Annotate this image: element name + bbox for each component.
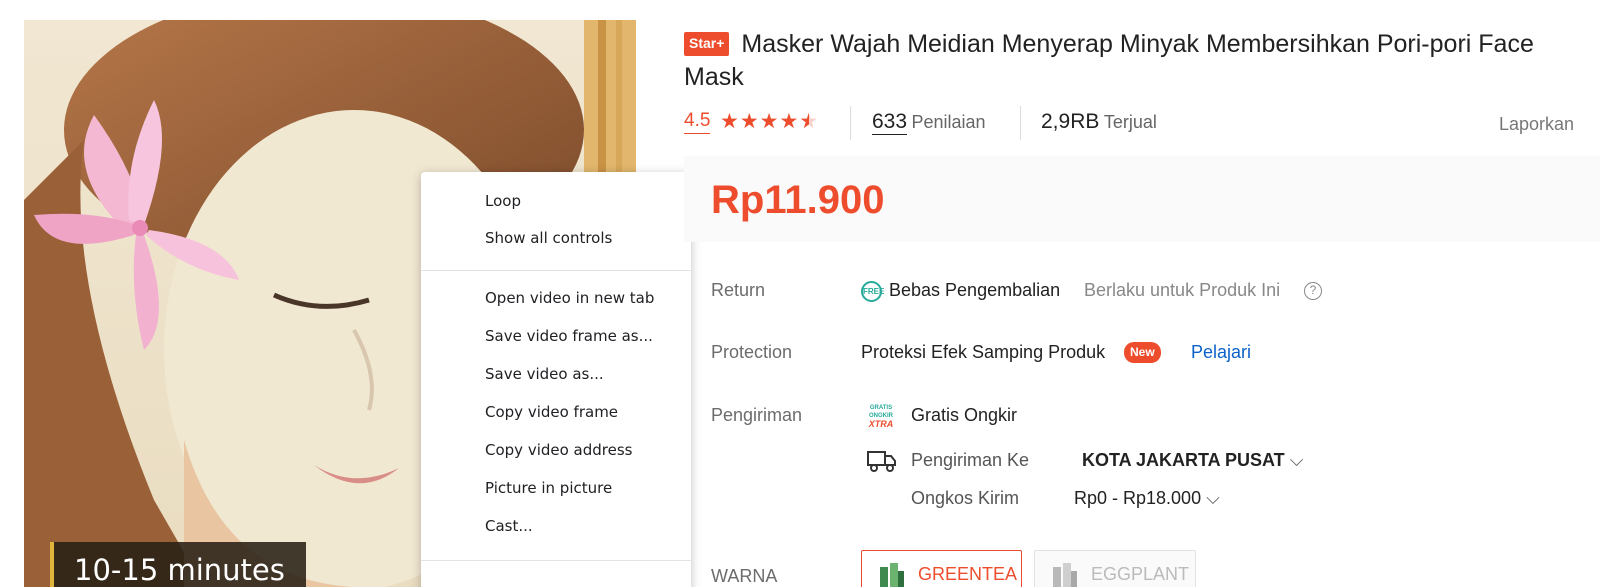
free-shipping-icon-line: XTRA xyxy=(868,419,894,429)
menu-item-cast[interactable]: Cast... xyxy=(485,517,533,535)
video-caption: 10-15 minutes xyxy=(50,542,306,587)
menu-item-open-video-new-tab[interactable]: Open video in new tab xyxy=(485,289,654,307)
truck-icon xyxy=(867,449,897,478)
reviews-label: Penilaian xyxy=(911,112,986,132)
product-price: Rp11.900 xyxy=(711,178,885,222)
variant-option-greentea[interactable]: GREENTEA xyxy=(861,550,1022,587)
menu-separator xyxy=(421,560,691,561)
protection-value: Proteksi Efek Samping Produk xyxy=(861,342,1106,362)
free-shipping-xtra-icon: GRATIS ONGKIR XTRA xyxy=(867,404,895,430)
free-return-icon: FREE xyxy=(861,281,884,302)
star-plus-badge: Star+ xyxy=(684,32,730,56)
menu-item-copy-video-address[interactable]: Copy video address xyxy=(485,441,633,459)
product-page: 10-15 minutes Loop Show all controls Ope… xyxy=(0,0,1600,587)
divider xyxy=(850,106,851,140)
product-title: Star+ Masker Wajah Meidian Menyerap Minya… xyxy=(684,28,1584,94)
menu-item-picture-in-picture[interactable]: Picture in picture xyxy=(485,479,612,497)
reviews-count: 633 xyxy=(872,110,908,135)
learn-more-link[interactable]: Pelajari xyxy=(1191,342,1251,363)
sold-label: Terjual xyxy=(1103,112,1157,132)
price-section: Rp11.900 xyxy=(684,156,1600,242)
variant-label-eggplant: EGGPLANT xyxy=(1091,564,1190,584)
free-shipping-value: Gratis Ongkir xyxy=(911,405,1018,425)
report-link[interactable]: Laporkan xyxy=(1499,114,1574,135)
greentea-thumbnail-icon xyxy=(880,563,904,587)
variant-label-greentea: GREENTEA xyxy=(918,564,1018,584)
help-icon[interactable]: ? xyxy=(1304,282,1322,300)
chevron-down-icon: ⌵ xyxy=(1289,450,1304,470)
shipping-label: Pengiriman xyxy=(711,405,803,425)
reviews-stat[interactable]: 633 Penilaian xyxy=(872,110,986,135)
menu-item-save-video-frame[interactable]: Save video frame as... xyxy=(485,327,653,345)
rating-value[interactable]: 4.5 xyxy=(684,110,711,134)
variant-label: WARNA xyxy=(711,566,778,586)
sold-stat: 2,9RB Terjual xyxy=(1041,110,1157,134)
menu-separator xyxy=(421,270,691,271)
menu-item-save-video[interactable]: Save video as... xyxy=(485,365,604,383)
eggplant-thumbnail-icon xyxy=(1053,563,1077,587)
ship-to-location[interactable]: KOTA JAKARTA PUSAT ⌵ xyxy=(1082,450,1303,471)
chevron-down-icon: ⌵ xyxy=(1206,488,1220,508)
menu-item-show-all-controls[interactable]: Show all controls xyxy=(485,229,612,247)
video-context-menu: Loop Show all controls Open video in new… xyxy=(421,172,691,587)
menu-item-copy-video-frame[interactable]: Copy video frame xyxy=(485,403,618,421)
divider xyxy=(1020,106,1021,140)
sold-count: 2,9RB xyxy=(1041,110,1100,133)
menu-item-loop[interactable]: Loop xyxy=(485,192,521,210)
shipping-cost-value: Rp0 - Rp18.000 xyxy=(1074,488,1202,508)
return-label: Return xyxy=(711,280,766,300)
product-title-text: Masker Wajah Meidian Menyerap Minyak Mem… xyxy=(684,30,1534,91)
free-shipping-icon-line: GRATIS xyxy=(869,405,893,411)
variant-option-eggplant: EGGPLANT xyxy=(1034,550,1196,587)
shipping-cost-label: Ongkos Kirim xyxy=(911,488,1020,508)
new-badge: New xyxy=(1124,342,1161,363)
shipping-cost-dropdown[interactable]: Rp0 - Rp18.000 ⌵ xyxy=(1074,488,1220,509)
product-stats: 4.5 ★★★★★★ 633 Penilaian 2,9RB Terjual L… xyxy=(684,106,1584,140)
rating-stars-icon: ★★★★★★ xyxy=(720,110,820,133)
return-value: Bebas Pengembalian xyxy=(889,280,1061,300)
ship-to-value: KOTA JAKARTA PUSAT xyxy=(1082,450,1285,470)
protection-label: Protection xyxy=(711,342,793,362)
ship-to-label: Pengiriman Ke xyxy=(911,450,1030,470)
return-note: Berlaku untuk Produk Ini xyxy=(1084,280,1281,300)
